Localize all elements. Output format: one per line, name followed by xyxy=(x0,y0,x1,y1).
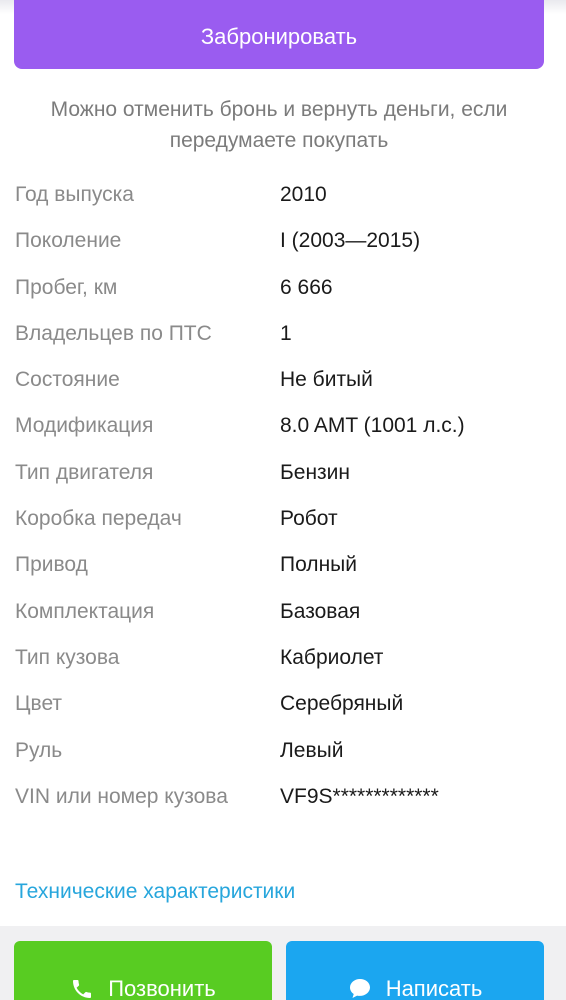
spec-label: Привод xyxy=(15,553,88,577)
spec-label: Цвет xyxy=(15,692,63,716)
spec-value: 1 xyxy=(280,321,292,345)
spec-label: Модификация xyxy=(15,414,154,438)
tech-specs-link[interactable]: Технические характеристики xyxy=(15,877,295,907)
spec-row-year: Год выпуска 2010 xyxy=(15,178,551,224)
spec-label: Состояние xyxy=(15,368,120,392)
specs-table: Год выпуска 2010 Поколение I (2003—2015)… xyxy=(15,178,551,860)
spec-label: Поколение xyxy=(15,229,122,253)
spec-row-body-type: Тип кузова Кабриолет xyxy=(15,641,551,687)
spec-row-condition: Состояние Не битый xyxy=(15,363,551,409)
spec-row-trim: Комплектация Базовая xyxy=(15,595,551,641)
spec-value: Кабриолет xyxy=(280,645,384,669)
book-button[interactable]: Забронировать xyxy=(14,0,544,69)
spec-row-vin: VIN или номер кузова VF9S************* xyxy=(15,780,551,860)
spec-row-modification: Модификация 8.0 AMT (1001 л.с.) xyxy=(15,409,551,455)
call-button-label: Позвонить xyxy=(108,976,216,1000)
spec-row-steering: Руль Левый xyxy=(15,734,551,780)
contact-bar: Позвонить Написать xyxy=(0,926,566,1000)
spec-row-mileage: Пробег, км 6 666 xyxy=(15,271,551,317)
spec-row-gearbox: Коробка передач Робот xyxy=(15,502,551,548)
spec-label: Тип кузова xyxy=(15,645,120,669)
listing-page: Забронировать Можно отменить бронь и вер… xyxy=(0,0,566,1000)
spec-value: Бензин xyxy=(280,460,351,484)
write-button[interactable]: Написать xyxy=(286,941,544,1000)
spec-row-drive: Привод Полный xyxy=(15,548,551,594)
phone-icon xyxy=(73,980,92,998)
spec-label: Владельцев по ПТС xyxy=(15,321,212,345)
spec-value: Полный xyxy=(280,553,357,577)
book-button-label: Забронировать xyxy=(200,24,358,49)
spec-value: Серебряный xyxy=(280,692,404,716)
spec-row-engine-type: Тип двигателя Бензин xyxy=(15,456,551,502)
spec-label: Руль xyxy=(15,738,63,762)
spec-value: VF9S************* xyxy=(280,784,439,808)
spec-value: I (2003—2015) xyxy=(280,229,421,253)
spec-row-color: Цвет Серебряный xyxy=(15,687,551,733)
spec-row-owners: Владельцев по ПТС 1 xyxy=(15,317,551,363)
spec-label: Тип двигателя xyxy=(15,460,154,484)
call-button[interactable]: Позвонить xyxy=(14,941,272,1000)
spec-label: VIN или номер кузова xyxy=(15,784,228,808)
spec-value: Не битый xyxy=(280,368,373,392)
spec-label: Коробка передач xyxy=(15,507,182,531)
spec-label: Год выпуска xyxy=(15,183,134,206)
booking-cancel-note: Можно отменить бронь и вернуть деньги, е… xyxy=(50,98,508,152)
spec-value: 6 666 xyxy=(280,275,333,299)
spec-row-generation: Поколение I (2003—2015) xyxy=(15,224,551,270)
spec-value: 8.0 AMT (1001 л.с.) xyxy=(280,414,465,438)
chat-bubble-icon xyxy=(349,979,370,998)
spec-label: Пробег, км xyxy=(15,275,118,299)
spec-value: Базовая xyxy=(280,599,361,623)
spec-value: Робот xyxy=(280,507,338,531)
write-button-label: Написать xyxy=(385,976,483,1000)
spec-value: 2010 xyxy=(280,183,327,206)
spec-label: Комплектация xyxy=(15,599,155,623)
spec-value: Левый xyxy=(280,738,344,762)
